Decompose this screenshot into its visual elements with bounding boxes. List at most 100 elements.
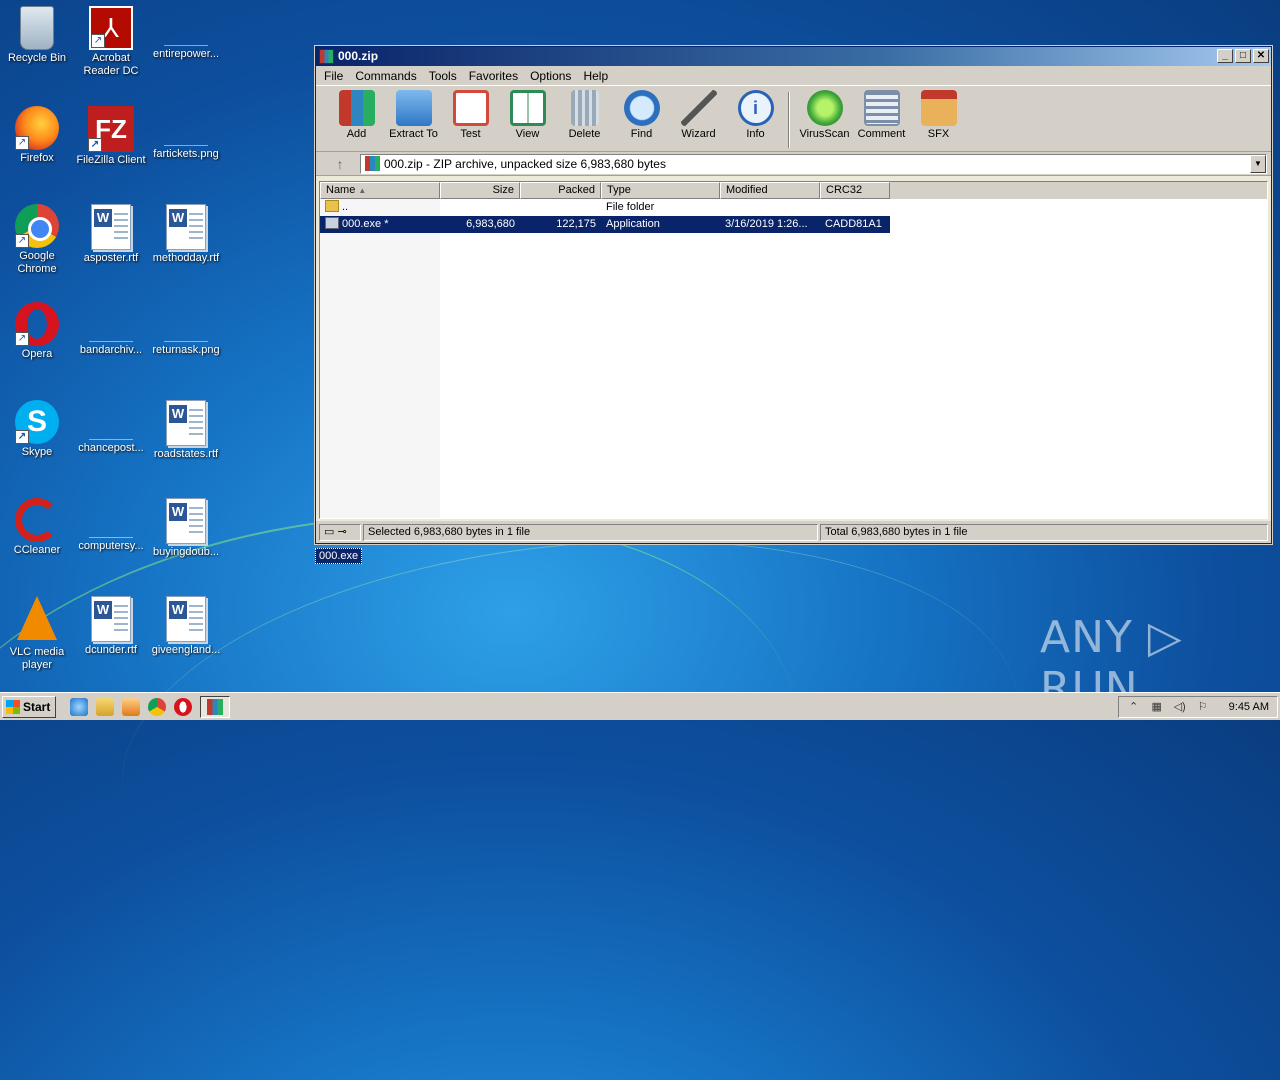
column-header-name[interactable]: Name ▲ [320,182,440,199]
desktop-icon-returnask[interactable]: returnask.png [149,302,223,357]
toolbar-virusscan-button[interactable]: VirusScan [796,90,853,140]
network-icon[interactable]: ▦ [1150,700,1164,714]
column-header-modified[interactable]: Modified [720,182,820,199]
opera-icon[interactable] [174,697,193,716]
desktop-icon-label: buyingdoub... [152,546,220,558]
winrar-icon [207,698,224,715]
test-clipboard-icon [452,90,489,126]
extract-folder-icon [395,90,432,126]
trash-icon [570,90,599,126]
desktop-icon-chrome[interactable]: ↗ Google Chrome [0,204,74,276]
toolbar-info-button[interactable]: i Info [727,90,784,140]
desktop-icon-ccleaner[interactable]: CCleaner [0,498,74,557]
zip-archive-icon [365,156,380,171]
close-button[interactable]: ✕ [1253,49,1269,63]
table-row[interactable]: .. File folder [320,199,1267,216]
toolbar-find-button[interactable]: Find [613,90,670,140]
drive-key-icon[interactable]: ▭ ⊸ [319,523,361,541]
desktop-icon-giveengland[interactable]: giveengland... [149,596,223,657]
blank-file-icon [89,302,133,342]
minimize-button[interactable]: _ [1217,49,1233,63]
desktop-icon-methodday[interactable]: methodday.rtf [149,204,223,265]
volume-icon[interactable]: ◁) [1173,700,1187,714]
desktop-icon-bandarchiv[interactable]: bandarchiv... [74,302,148,357]
desktop-icon-vlc[interactable]: VLC media player [0,596,74,672]
desktop-icon-chancepost[interactable]: chancepost... [74,400,148,455]
archive-path-field[interactable]: 000.zip - ZIP archive, unpacked size 6,9… [360,153,1267,174]
row-crc [820,199,890,216]
desktop-icon-roadstates[interactable]: roadstates.rtf [149,400,223,461]
start-label: Start [23,699,51,714]
toolbar-delete-button[interactable]: Delete [556,90,613,140]
name-column-shade [320,199,440,518]
toolbar-comment-button[interactable]: Comment [853,90,910,140]
desktop-icon-skype[interactable]: S ↗ Skype [0,400,74,459]
taskbar: Start ⌃ ▦ ◁) ⚐ 9:45 AM [0,692,1280,720]
taskbar-item-winrar[interactable] [200,695,231,718]
column-header-size[interactable]: Size [440,182,520,199]
desktop-icon-fartickets[interactable]: fartickets.png [149,106,223,161]
chrome-icon[interactable] [148,697,167,716]
menu-favorites[interactable]: Favorites [463,69,524,83]
row-size [440,199,520,216]
acrobat-icon: ⅄ ↗ [89,6,133,50]
desktop-icon-dcunder[interactable]: dcunder.rtf [74,596,148,657]
toolbar-sfx-button[interactable]: SFX [910,90,967,140]
desktop-icon-label: FileZilla Client [76,154,146,166]
toolbar-test-button[interactable]: Test [442,90,499,140]
start-button[interactable]: Start [2,695,57,718]
column-header-type[interactable]: Type [601,182,720,199]
desktop-icon-label: roadstates.rtf [153,448,219,460]
desktop-icon-opera[interactable]: ↗ Opera [0,302,74,361]
toolbar-add-button[interactable]: Add [328,90,385,140]
desktop-icon-acrobat[interactable]: ⅄ ↗ Acrobat Reader DC [74,6,148,78]
column-header-crc32[interactable]: CRC32 [820,182,890,199]
comment-icon [863,90,900,126]
system-tray: ⌃ ▦ ◁) ⚐ 9:45 AM [1117,695,1278,718]
menu-help[interactable]: Help [577,69,614,83]
sfx-box-icon [920,90,957,126]
menu-file[interactable]: File [318,69,349,83]
desktop-icon-label: CCleaner [13,544,61,556]
desktop-icon-filezilla[interactable]: FZ ↗ FileZilla Client [74,106,148,167]
internet-explorer-icon[interactable] [70,697,89,716]
menu-tools[interactable]: Tools [423,69,463,83]
skype-icon: S ↗ [15,400,59,444]
ccleaner-icon [15,498,59,542]
maximize-button[interactable]: □ [1235,49,1251,63]
action-center-flag-icon[interactable]: ⚐ [1196,700,1210,714]
chevron-down-icon[interactable]: ▼ [1250,154,1266,173]
toolbar-view-button[interactable]: View [499,90,556,140]
file-explorer-icon[interactable] [96,697,115,716]
chrome-icon: ↗ [15,204,59,248]
desktop-icon-computersy[interactable]: computersy... [74,498,148,553]
chevron-up-icon[interactable]: ⌃ [1127,700,1141,714]
menu-options[interactable]: Options [524,69,577,83]
desktop-icon-asposter[interactable]: asposter.rtf [74,204,148,265]
desktop-icon-buyingdoub[interactable]: buyingdoub... [149,498,223,559]
desktop-icon-label: bandarchiv... [79,344,143,356]
virus-scan-icon [806,90,843,126]
window-titlebar[interactable]: 000.zip _ □ ✕ [316,47,1271,66]
table-row-selected[interactable]: 000.exe * 6,983,680 122,175 Application … [320,216,890,233]
folder-icon [325,200,339,212]
clock[interactable]: 9:45 AM [1229,701,1269,713]
toolbar-wizard-button[interactable]: Wizard [670,90,727,140]
word-document-icon [91,596,131,642]
column-header-packed[interactable]: Packed [520,182,601,199]
menu-commands[interactable]: Commands [349,69,422,83]
desktop-icon-firefox[interactable]: ↗ Firefox [0,106,74,165]
column-header-label: Name [326,184,356,196]
quick-launch [70,697,193,716]
desktop-icon-recycle-bin[interactable]: Recycle Bin [0,6,74,65]
desktop-icon-entirepower[interactable]: entirepower... [149,6,223,61]
row-size: 6,983,680 [466,218,515,230]
toolbar-label: Comment [857,128,906,140]
desktop-icon-label: VLC media player [9,646,65,671]
up-arrow-icon[interactable]: ↑ [320,154,360,174]
desktop-icon-label: computersy... [78,540,144,552]
word-document-icon [166,498,206,544]
media-player-icon[interactable] [122,697,141,716]
toolbar-extract-button[interactable]: Extract To [385,90,442,140]
word-document-icon [166,204,206,250]
